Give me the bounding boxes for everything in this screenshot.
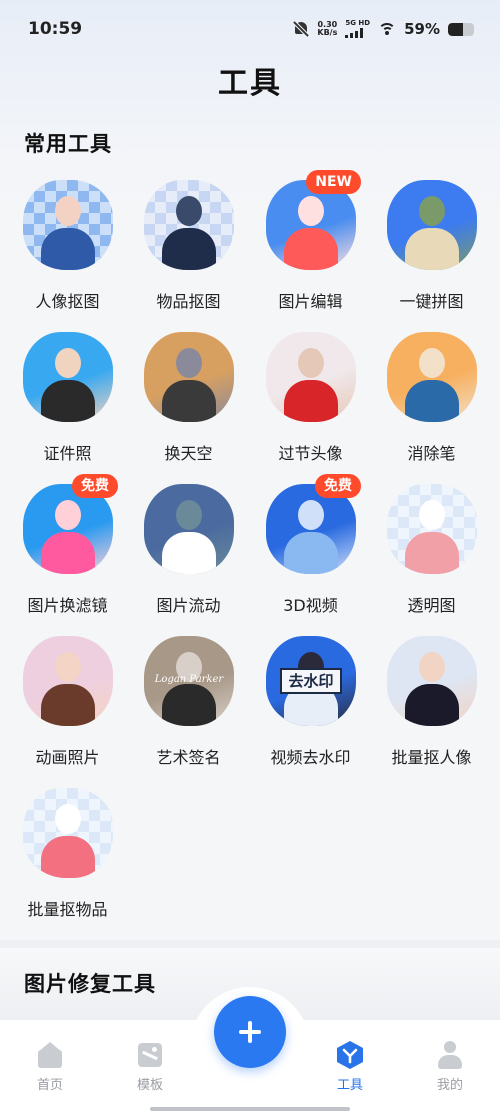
tool-label: 图片编辑 bbox=[278, 292, 343, 311]
tool-object-cutout[interactable]: 物品抠图 bbox=[128, 178, 249, 323]
tool-collage[interactable]: 一键拼图 bbox=[371, 178, 492, 323]
page-title: 工具 bbox=[218, 66, 282, 101]
signal-label: 5G HD bbox=[345, 19, 371, 27]
tool-art-signature[interactable]: Logan Parker 艺术签名 bbox=[128, 634, 249, 779]
battery-icon bbox=[448, 22, 474, 36]
network-speed: 0.30 KB/s bbox=[317, 21, 337, 37]
nav-label-template: 模板 bbox=[136, 1078, 163, 1093]
mute-icon bbox=[293, 21, 310, 37]
tool-label: 动画照片 bbox=[35, 748, 100, 767]
tool-holiday-avatar[interactable]: 过节头像 bbox=[250, 330, 371, 475]
tool-label: 一键拼图 bbox=[399, 292, 464, 311]
tool-eraser-pen[interactable]: 消除笔 bbox=[371, 330, 492, 475]
tool-label: 视频去水印 bbox=[270, 748, 351, 767]
nav-item-profile[interactable]: 我的 bbox=[410, 1040, 490, 1093]
tool-batch-object-cutout[interactable]: 批量抠物品 bbox=[7, 786, 128, 931]
tool-anime-photo[interactable]: 动画照片 bbox=[7, 634, 128, 779]
portrait-cutout-icon bbox=[23, 180, 113, 270]
tool-label: 消除笔 bbox=[407, 444, 456, 463]
art-signature-icon: Logan Parker bbox=[144, 636, 234, 726]
tool-image-edit[interactable]: NEW 图片编辑 bbox=[250, 170, 371, 323]
battery-percent: 59% bbox=[404, 20, 440, 38]
repair-tools-title: 图片修复工具 bbox=[24, 972, 156, 996]
tool-id-photo[interactable]: 证件照 bbox=[7, 330, 128, 475]
tool-label: 透明图 bbox=[407, 596, 456, 615]
holiday-avatar-icon bbox=[266, 332, 356, 422]
nav-label-profile: 我的 bbox=[436, 1078, 463, 1093]
nav-label-tools: 工具 bbox=[336, 1078, 363, 1093]
status-bar: 10:59 0.30 KB/s 5G HD 59% bbox=[0, 0, 500, 58]
status-time: 10:59 bbox=[28, 19, 83, 39]
tool-badge: 免费 bbox=[315, 474, 361, 498]
tool-label: 证件照 bbox=[43, 444, 92, 463]
id-photo-icon bbox=[23, 332, 113, 422]
tool-label: 批量抠人像 bbox=[391, 748, 472, 767]
object-cutout-icon bbox=[144, 180, 234, 270]
common-tools-title: 常用工具 bbox=[24, 132, 112, 156]
tool-label: 图片换滤镜 bbox=[27, 596, 108, 615]
tool-image-flow[interactable]: 图片流动 bbox=[128, 482, 249, 627]
tool-video-watermark-remove[interactable]: 去水印 视频去水印 bbox=[250, 634, 371, 779]
image-flow-icon bbox=[144, 484, 234, 574]
create-button[interactable] bbox=[214, 996, 286, 1068]
tool-filter[interactable]: 免费图片换滤镜 bbox=[7, 474, 128, 627]
tool-label: 图片流动 bbox=[156, 596, 221, 615]
signature-sample-text: Logan Parker bbox=[154, 674, 224, 685]
tool-transparent-image[interactable]: 透明图 bbox=[371, 482, 492, 627]
sky-replace-icon bbox=[144, 332, 234, 422]
tool-label: 物品抠图 bbox=[156, 292, 221, 311]
eraser-pen-icon bbox=[387, 332, 477, 422]
watermark-text: 去水印 bbox=[280, 668, 342, 694]
tool-label: 换天空 bbox=[164, 444, 213, 463]
tool-label: 过节头像 bbox=[278, 444, 343, 463]
tool-badge: NEW bbox=[306, 170, 361, 194]
signal-icon: 5G HD bbox=[345, 20, 370, 38]
tool-portrait-cutout[interactable]: 人像抠图 bbox=[7, 178, 128, 323]
anime-photo-icon bbox=[23, 636, 113, 726]
home-icon bbox=[35, 1040, 65, 1070]
status-icons: 0.30 KB/s 5G HD 59% bbox=[293, 20, 474, 38]
tool-batch-portrait-cutout[interactable]: 批量抠人像 bbox=[371, 634, 492, 779]
home-indicator bbox=[150, 1107, 350, 1111]
template-icon bbox=[135, 1040, 165, 1070]
network-speed-unit: KB/s bbox=[317, 28, 338, 37]
tool-label: 3D视频 bbox=[283, 596, 338, 615]
batch-portrait-cutout-icon bbox=[387, 636, 477, 726]
nav-item-home[interactable]: 首页 bbox=[10, 1040, 90, 1093]
profile-icon bbox=[435, 1040, 465, 1070]
tools-icon bbox=[335, 1040, 365, 1070]
tool-badge: 免费 bbox=[72, 474, 118, 498]
collage-icon bbox=[387, 180, 477, 270]
batch-object-cutout-icon bbox=[23, 788, 113, 878]
transparent-image-icon bbox=[387, 484, 477, 574]
section-divider bbox=[0, 940, 500, 948]
wifi-icon bbox=[378, 22, 397, 36]
nav-label-home: 首页 bbox=[36, 1078, 63, 1093]
video-watermark-remove-icon: 去水印 bbox=[266, 636, 356, 726]
tool-label: 批量抠物品 bbox=[27, 900, 108, 919]
nav-item-template[interactable]: 模板 bbox=[110, 1040, 190, 1093]
tool-3d-video[interactable]: 免费 3D视频 bbox=[250, 474, 371, 627]
nav-item-tools[interactable]: 工具 bbox=[310, 1040, 390, 1093]
tool-label: 人像抠图 bbox=[35, 292, 100, 311]
tool-label: 艺术签名 bbox=[156, 748, 221, 767]
tool-sky-replace[interactable]: 换天空 bbox=[128, 330, 249, 475]
